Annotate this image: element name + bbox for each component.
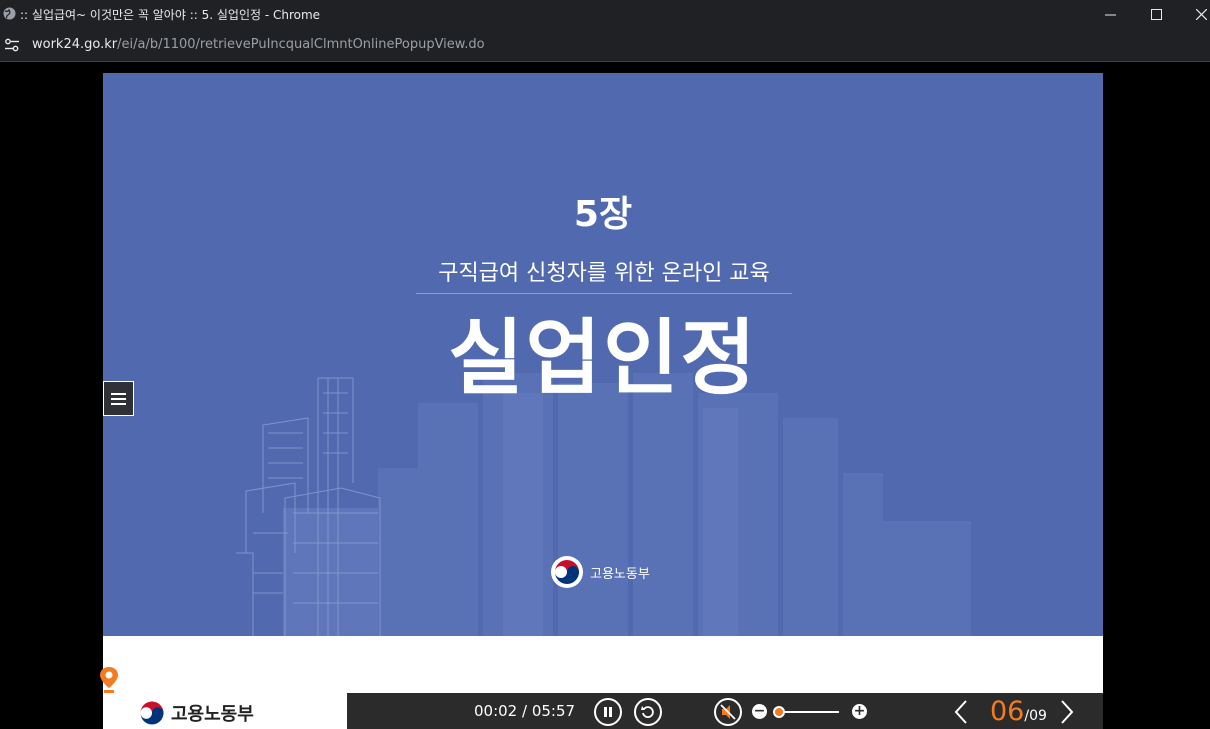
chapter-label: 5장 [573, 194, 633, 235]
slide-title: 실업인정 [448, 311, 758, 406]
replay-icon [641, 706, 654, 718]
time-separator: / [517, 702, 532, 720]
mute-button[interactable] [714, 698, 742, 726]
volume-slider-knob[interactable] [773, 706, 785, 718]
pause-button[interactable] [594, 698, 622, 726]
footer-ministry-logo: 고용노동부 [138, 699, 254, 727]
url-path: /ei/a/b/1100/retrievePuIncqualClmntOnlin… [117, 37, 485, 52]
hamburger-icon-line [111, 392, 126, 395]
slide-logo-text: 고용노동부 [590, 566, 650, 582]
window-title: :: 실업급여~ 이것만은 꼭 알아야 :: 5. 실업인정 - Chrome [20, 8, 321, 22]
volume-up-button[interactable]: + [852, 704, 867, 719]
hamburger-icon-line [111, 402, 126, 405]
page-viewport: 5장 구직급여 신청자를 위한 온라인 교육 실업인정 고용노동부 고용노동부 [0, 63, 1210, 729]
address-bar[interactable]: work24.go.kr/ei/a/b/1100/retrievePuIncqu… [0, 28, 1210, 62]
globe-icon [3, 7, 16, 20]
page-indicator: 06/09 [990, 696, 1047, 727]
maximize-button[interactable] [1133, 0, 1179, 28]
title-bar: :: 실업급여~ 이것만은 꼭 알아야 :: 5. 실업인정 - Chrome [0, 0, 1210, 28]
slide-ministry-logo: 고용노동부 [550, 555, 650, 589]
menu-button[interactable] [103, 381, 134, 416]
slide-subtitle: 구직급여 신청자를 위한 온라인 교육 [416, 255, 792, 294]
current-time: 00:02 [474, 702, 518, 720]
footer-logo-text: 고용노동부 [171, 704, 254, 725]
page-total: /09 [1024, 708, 1047, 724]
location-pin-icon [100, 667, 118, 693]
site-settings-icon[interactable] [4, 37, 20, 53]
url-host: work24.go.kr [32, 37, 118, 52]
video-slide[interactable]: 5장 구직급여 신청자를 위한 온라인 교육 실업인정 고용노동부 [103, 73, 1103, 636]
close-button[interactable] [1178, 0, 1210, 28]
time-display: 00:02 / 05:57 [474, 702, 575, 720]
maximize-icon [1150, 8, 1162, 20]
minimize-icon [1104, 14, 1116, 15]
total-time: 05:57 [531, 702, 576, 720]
hamburger-icon-line [111, 397, 126, 400]
minimize-button[interactable] [1087, 0, 1133, 28]
previous-page-arrow-icon[interactable] [951, 699, 971, 725]
taegeuk-emblem-icon [551, 556, 583, 588]
replay-button[interactable] [634, 698, 662, 726]
pause-icon [604, 707, 612, 717]
volume-slider-track[interactable] [779, 711, 839, 713]
player-controls: 00:02 / 05:57 − + 06/09 [347, 693, 1103, 729]
url-text[interactable]: work24.go.kr/ei/a/b/1100/retrievePuIncqu… [32, 37, 485, 52]
close-icon [1195, 8, 1207, 20]
speaker-muted-icon [720, 704, 736, 720]
taegeuk-emblem-icon [138, 699, 166, 727]
page-current: 06 [990, 696, 1025, 727]
next-page-arrow-icon[interactable] [1057, 699, 1077, 725]
volume-down-button[interactable]: − [752, 704, 767, 719]
